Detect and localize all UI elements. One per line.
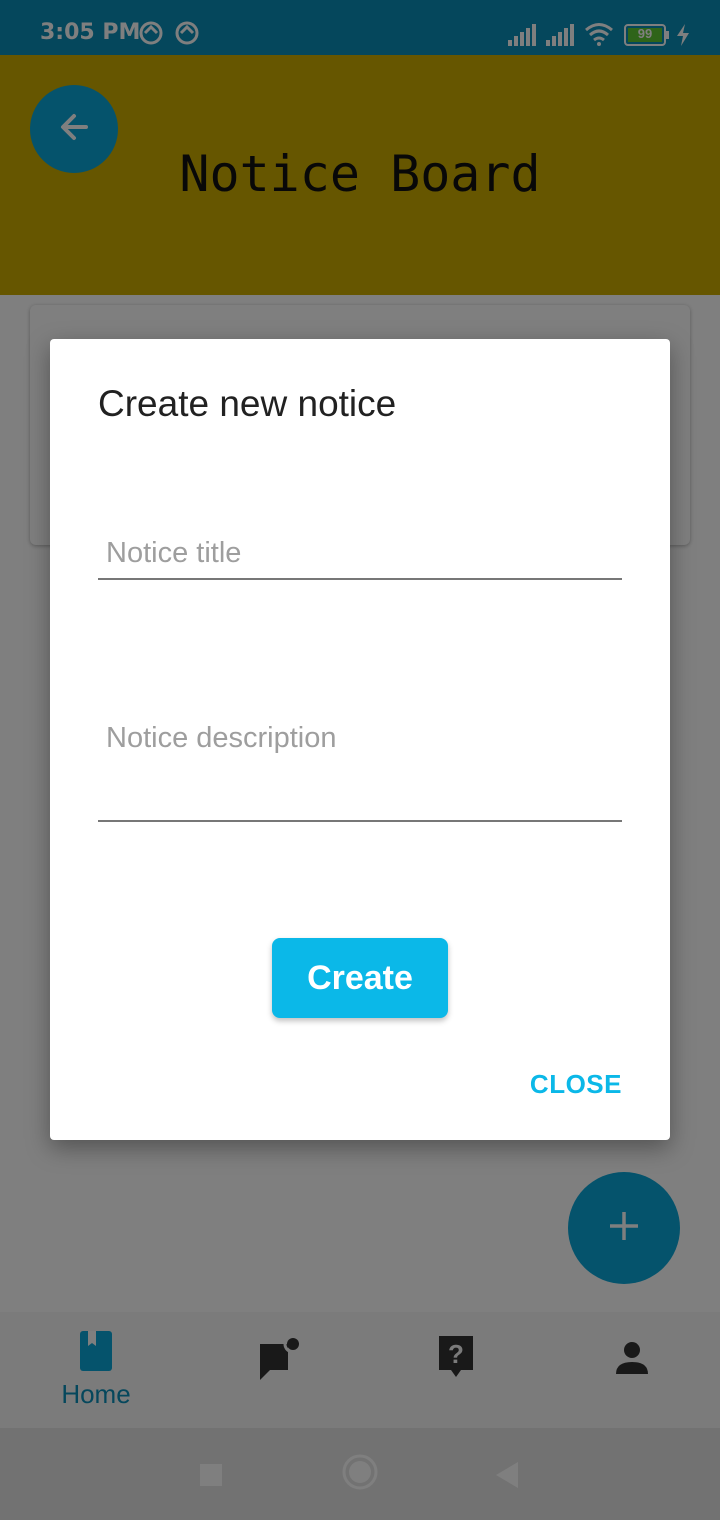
- dialog-title: Create new notice: [98, 383, 397, 424]
- notice-title-input[interactable]: [98, 531, 622, 575]
- create-button[interactable]: Create: [272, 938, 448, 1018]
- notice-description-input[interactable]: [98, 714, 622, 814]
- create-notice-dialog: Create new notice Create CLOSE: [50, 339, 670, 1140]
- close-button[interactable]: CLOSE: [530, 1069, 622, 1100]
- notice-title-field[interactable]: [98, 531, 622, 580]
- notice-description-field[interactable]: [98, 714, 622, 822]
